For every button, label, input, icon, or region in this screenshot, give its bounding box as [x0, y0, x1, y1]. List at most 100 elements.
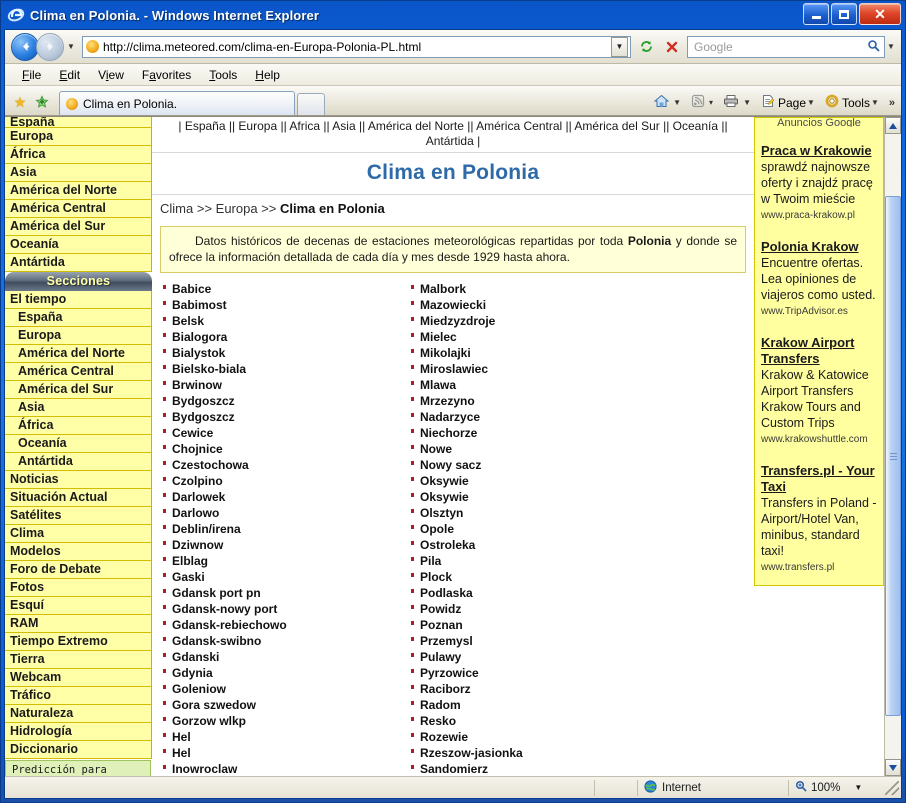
tab-clima-en-polonia[interactable]: Clima en Polonia. [59, 91, 295, 115]
page-caret-icon[interactable]: ▼ [807, 98, 815, 107]
search-box[interactable]: Google [687, 35, 885, 58]
city-link[interactable]: Rozewie [410, 729, 658, 745]
sidebar-section-tiempo-extremo[interactable]: Tiempo Extremo [5, 633, 151, 651]
sidebar-section-noticias[interactable]: Noticias [5, 471, 151, 489]
sidebar-section-ram[interactable]: RAM [5, 615, 151, 633]
city-link[interactable]: Poznan [410, 617, 658, 633]
stop-icon[interactable] [660, 35, 684, 59]
sidebar-region-ocean-a[interactable]: Oceanía [5, 236, 151, 254]
address-bar[interactable]: http://clima.meteored.com/clima-en-Europ… [82, 35, 631, 58]
city-link[interactable]: Plock [410, 569, 658, 585]
menu-help[interactable]: Help [246, 66, 289, 84]
city-link[interactable]: Darlowek [162, 489, 410, 505]
city-link[interactable]: Malbork [410, 281, 658, 297]
sidebar-section-tierra[interactable]: Tierra [5, 651, 151, 669]
sidebar-section-ocean-a[interactable]: Oceanía [5, 435, 151, 453]
city-link[interactable]: Nadarzyce [410, 409, 658, 425]
menu-tools[interactable]: Tools [200, 66, 246, 84]
city-link[interactable]: Bialogora [162, 329, 410, 345]
security-zone[interactable]: Internet [638, 777, 788, 798]
city-link[interactable]: Cewice [162, 425, 410, 441]
sidebar-section-esqu-[interactable]: Esquí [5, 597, 151, 615]
search-input[interactable]: Google [688, 40, 862, 54]
breadcrumb-clima[interactable]: Clima [160, 201, 193, 216]
city-link[interactable]: Mielec [410, 329, 658, 345]
zoom-caret-icon[interactable]: ▼ [854, 783, 862, 792]
sidebar-section-fotos[interactable]: Fotos [5, 579, 151, 597]
city-link[interactable]: Hel [162, 745, 410, 761]
resize-grip-icon[interactable] [885, 780, 899, 795]
city-link[interactable]: Czestochowa [162, 457, 410, 473]
sidebar-section-el-tiempo[interactable]: El tiempo [5, 291, 151, 309]
sidebar-region-asia[interactable]: Asia [5, 164, 151, 182]
scroll-down-button[interactable] [885, 759, 901, 776]
sidebar-region-am-rica-central[interactable]: América Central [5, 200, 151, 218]
city-link[interactable]: Belsk [162, 313, 410, 329]
toolbar-overflow-icon[interactable]: » [889, 97, 895, 109]
city-link[interactable]: Pila [410, 553, 658, 569]
feeds-button[interactable]: ▾ [688, 93, 719, 112]
ad-title-link[interactable]: Transfers.pl - Your Taxi [761, 463, 877, 495]
city-link[interactable]: Gora szwedow [162, 697, 410, 713]
page-scrollbar[interactable] [884, 117, 901, 776]
city-link[interactable]: Raciborz [410, 681, 658, 697]
sidebar-section-foro-de-debate[interactable]: Foro de Debate [5, 561, 151, 579]
city-link[interactable]: Elblag [162, 553, 410, 569]
ad-title-link[interactable]: Polonia Krakow [761, 239, 877, 255]
city-link[interactable]: Goleniow [162, 681, 410, 697]
sidebar-section-europa[interactable]: Europa [5, 327, 151, 345]
refresh-icon[interactable] [634, 35, 658, 59]
city-link[interactable]: Nowy sacz [410, 457, 658, 473]
sidebar-section-ant-rtida[interactable]: Antártida [5, 453, 151, 471]
sidebar-section-clima[interactable]: Clima [5, 525, 151, 543]
add-to-favorites-icon[interactable] [31, 89, 53, 115]
city-link[interactable]: Czolpino [162, 473, 410, 489]
city-link[interactable]: Gdynia [162, 665, 410, 681]
city-link[interactable]: Bydgoszcz [162, 409, 410, 425]
zoom-control[interactable]: 100% ▼ [789, 777, 885, 798]
sidebar-region-espa-a[interactable]: España [5, 117, 151, 128]
city-link[interactable]: Bialystok [162, 345, 410, 361]
search-dropdown-icon[interactable]: ▼ [885, 42, 897, 51]
sidebar-region-ant-rtida[interactable]: Antártida [5, 254, 151, 272]
sidebar-section-sat-lites[interactable]: Satélites [5, 507, 151, 525]
city-link[interactable]: Opole [410, 521, 658, 537]
ad-title-link[interactable]: Krakow Airport Transfers [761, 335, 877, 367]
city-link[interactable]: Powidz [410, 601, 658, 617]
new-tab-button[interactable] [297, 93, 325, 115]
sidebar-section-espa-a[interactable]: España [5, 309, 151, 327]
city-link[interactable]: Bielsko-biala [162, 361, 410, 377]
city-link[interactable]: Gdansk-swibno [162, 633, 410, 649]
city-link[interactable]: Mazowiecki [410, 297, 658, 313]
sidebar-section-modelos[interactable]: Modelos [5, 543, 151, 561]
menu-file[interactable]: File [13, 66, 50, 84]
city-link[interactable]: Mikolajki [410, 345, 658, 361]
city-link[interactable]: Brwinow [162, 377, 410, 393]
scrollbar-thumb[interactable] [885, 196, 901, 716]
forward-button[interactable] [36, 32, 64, 61]
city-link[interactable]: Babice [162, 281, 410, 297]
city-link[interactable]: Olsztyn [410, 505, 658, 521]
sidebar-section-diccionario[interactable]: Diccionario [5, 741, 151, 759]
sidebar-section--frica[interactable]: África [5, 417, 151, 435]
home-caret-icon[interactable]: ▼ [673, 98, 681, 107]
city-link[interactable]: Gdansk-nowy port [162, 601, 410, 617]
home-button[interactable]: ▼ [651, 93, 687, 112]
city-link[interactable]: Gdansk-rebiechowo [162, 617, 410, 633]
city-link[interactable]: Nowe [410, 441, 658, 457]
city-link[interactable]: Rzeszow-jasionka [410, 745, 658, 761]
city-link[interactable]: Inowroclaw [162, 761, 410, 776]
sidebar-region-am-rica-del-sur[interactable]: América del Sur [5, 218, 151, 236]
sidebar-section-situaci-n-actual[interactable]: Situación Actual [5, 489, 151, 507]
print-button[interactable]: ▼ [720, 93, 757, 112]
menu-favorites[interactable]: Favorites [133, 66, 200, 84]
breadcrumb-europa[interactable]: Europa [216, 201, 258, 216]
city-link[interactable]: Gorzow wlkp [162, 713, 410, 729]
city-link[interactable]: Mlawa [410, 377, 658, 393]
city-link[interactable]: Mrzezyno [410, 393, 658, 409]
back-button[interactable] [11, 32, 39, 61]
favorites-center-icon[interactable]: ★ [9, 89, 31, 115]
city-link[interactable]: Gaski [162, 569, 410, 585]
city-link[interactable]: Przemysl [410, 633, 658, 649]
menu-edit[interactable]: Edit [50, 66, 89, 84]
